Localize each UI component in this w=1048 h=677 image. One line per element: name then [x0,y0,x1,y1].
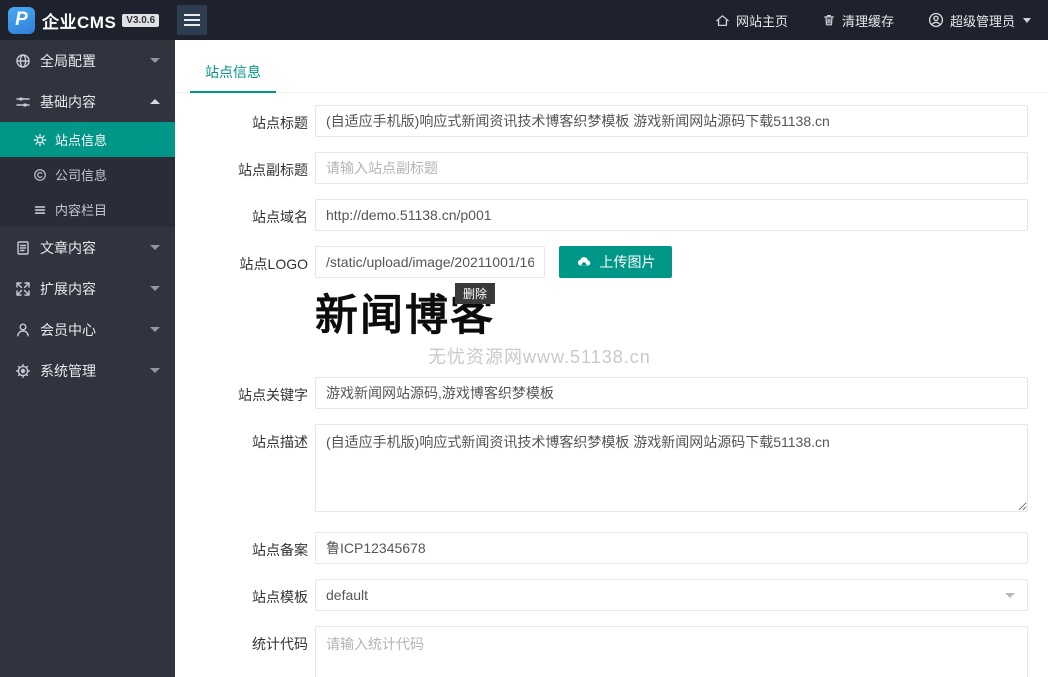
sidebar-item-global-config[interactable]: 全局配置 [0,40,175,81]
system-gear-icon [15,363,31,378]
sidebar: 全局配置 基础内容 站点信息 公司信息 内容栏目 文章内容 扩展内容 会员中心 [0,40,175,677]
nav-clear-cache[interactable]: 清理缓存 [805,0,911,40]
sidebar-item-label: 基础内容 [40,93,96,110]
list-icon [34,205,46,214]
sidebar-item-label: 内容栏目 [55,203,108,218]
globe-icon [16,53,30,68]
sidebar-item-member-center[interactable]: 会员中心 [0,309,175,350]
site-keywords-label: 站点关键字 [238,387,308,404]
logo-watermark-text: 无忧资源网www.51138.cn [428,347,651,368]
nav-admin-menu[interactable]: 超级管理员 [911,0,1048,40]
main-content: 站点信息 站点标题 站点副标题 站点域名 站点LOGO [175,40,1048,677]
sliders-icon [16,97,30,106]
sidebar-item-basic-content[interactable]: 基础内容 [0,81,175,122]
form-row-site-description: 站点描述 (自适应手机版)响应式新闻资讯技术博客织梦模板 游戏新闻网站源码下载5… [175,424,1048,517]
delete-image-button[interactable]: 删除 [454,283,496,304]
sidebar-item-label: 会员中心 [40,321,96,338]
form-row-site-template: 站点模板 default [175,579,1048,612]
form-row-site-icp: 站点备案 [175,532,1048,565]
gear-icon [33,133,47,146]
form-row-site-keywords: 站点关键字 [175,377,1048,410]
site-subtitle-input[interactable] [315,152,1028,184]
pbootcms-logo-icon: P [8,6,35,34]
tab-site-info[interactable]: 站点信息 [190,53,276,93]
site-icp-input[interactable] [315,532,1028,565]
copyright-icon [34,168,46,181]
submenu-basic-content: 站点信息 公司信息 内容栏目 [0,122,175,227]
form-row-site-title: 站点标题 [175,105,1048,137]
brand-area[interactable]: P 企业CMS V3.0.6 [0,6,175,34]
site-description-label: 站点描述 [252,434,308,451]
sidebar-toggle-button[interactable] [177,5,207,35]
site-description-textarea[interactable]: (自适应手机版)响应式新闻资讯技术博客织梦模板 游戏新闻网站源码下载51138.… [315,424,1028,513]
header-nav: 网站主页 清理缓存 超级管理员 [698,0,1048,40]
tab-bar: 站点信息 [175,53,1048,93]
user-circle-icon [928,12,944,28]
form-row-site-logo: 站点LOGO 上传图片 删除 新闻博客 无忧资源网www.51138.cn [175,246,1048,369]
site-icp-label: 站点备案 [252,542,308,559]
site-title-input[interactable] [315,105,1028,137]
site-template-label: 站点模板 [252,589,308,606]
chevron-down-icon [150,368,160,373]
chevron-down-icon [150,58,160,63]
document-icon [17,240,29,255]
sidebar-item-company-info[interactable]: 公司信息 [0,157,175,192]
form-row-stats-code: 统计代码 [175,626,1048,677]
nav-site-home[interactable]: 网站主页 [698,0,805,40]
chevron-down-icon [1005,592,1015,598]
sidebar-item-system-manage[interactable]: 系统管理 [0,350,175,391]
sidebar-item-label: 文章内容 [40,239,96,256]
site-subtitle-label: 站点副标题 [238,162,308,178]
chevron-down-icon [150,286,160,291]
chevron-up-icon [150,99,160,104]
sidebar-item-label: 全局配置 [40,52,96,69]
hamburger-icon [184,14,200,16]
site-keywords-input[interactable] [315,377,1028,410]
sidebar-item-label: 站点信息 [55,133,108,148]
chevron-down-icon [1023,17,1031,23]
chevron-down-icon [150,245,160,250]
sidebar-item-extended-content[interactable]: 扩展内容 [0,268,175,309]
site-logo-label: 站点LOGO [239,256,308,272]
form-row-site-domain: 站点域名 [175,199,1048,231]
member-icon [17,323,29,336]
site-domain-label: 站点域名 [252,209,308,225]
chevron-down-icon [150,327,160,332]
stats-code-textarea[interactable] [315,626,1028,677]
site-logo-path-input[interactable] [315,246,545,278]
site-info-form: 站点标题 站点副标题 站点域名 站点LOGO 上传图片 [175,93,1048,677]
trash-icon [823,15,834,26]
version-badge: V3.0.6 [122,13,160,27]
upload-image-label: 上传图片 [599,254,656,270]
home-icon [716,14,729,26]
top-bar: P 企业CMS V3.0.6 网站主页 清理缓存 超级管理员 [0,0,1048,40]
site-domain-input[interactable] [315,199,1028,231]
brand-title: 企业CMS [42,12,117,32]
nav-admin-label: 超级管理员 [949,13,1015,29]
site-title-label: 站点标题 [252,115,308,131]
site-template-select[interactable]: default [315,579,1028,612]
site-template-selected-value: default [326,587,369,604]
form-row-site-subtitle: 站点副标题 [175,152,1048,184]
stats-code-label: 统计代码 [252,636,308,653]
nav-clear-cache-label: 清理缓存 [841,13,894,29]
sidebar-item-article-content[interactable]: 文章内容 [0,227,175,268]
cloud-upload-icon [578,257,591,269]
sidebar-item-content-columns[interactable]: 内容栏目 [0,192,175,227]
nav-site-home-label: 网站主页 [735,13,788,29]
sidebar-item-label: 公司信息 [55,168,108,183]
logo-preview: 删除 新闻博客 无忧资源网www.51138.cn [315,283,651,369]
sidebar-item-label: 系统管理 [40,362,96,379]
sidebar-item-site-info[interactable]: 站点信息 [0,122,175,157]
upload-image-button[interactable]: 上传图片 [559,246,673,278]
expand-icon [16,281,30,296]
sidebar-item-label: 扩展内容 [40,280,96,297]
